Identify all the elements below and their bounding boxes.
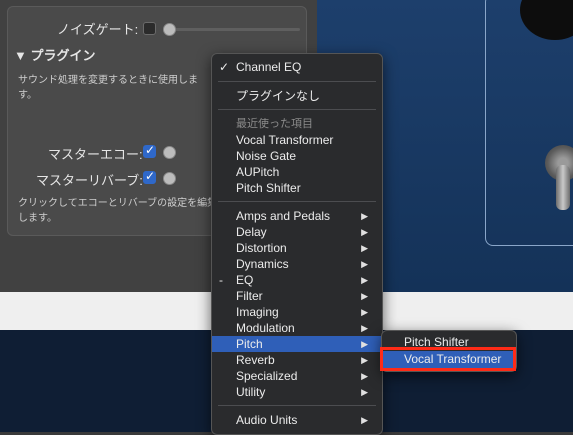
chevron-right-icon: ▶ [361,307,368,317]
menu-item-category-selected[interactable]: Pitch ▶ [212,336,382,352]
chevron-right-icon: ▶ [361,339,368,349]
menu-item-category[interactable]: Delay ▶ [212,224,382,240]
menu-header-recent: 最近使った項目 [236,118,313,130]
noise-gate-checkbox[interactable] [143,22,156,35]
amp-toggle-switch[interactable] [556,165,570,210]
menu-item-category[interactable]: Filter ▶ [212,288,382,304]
menu-separator [218,109,376,110]
menu-item-audio-units[interactable]: Audio Units ▶ [212,412,382,428]
chevron-right-icon: ▶ [361,275,368,285]
menu-item-category[interactable]: Distortion ▶ [212,240,382,256]
menu-item-category[interactable]: Dynamics ▶ [212,256,382,272]
menu-separator [218,201,376,202]
plugins-section-title[interactable]: ▼ プラグイン [14,45,95,64]
plugin-menu: ✓ Channel EQ プラグインなし 最近使った項目 Vocal Trans… [211,53,383,435]
chevron-right-icon: ▶ [361,355,368,365]
plugins-description: サウンド処理を変更するときに使用します。 [18,75,198,101]
chevron-right-icon: ▶ [361,415,368,425]
menu-item-recent[interactable]: AUPitch [212,164,382,180]
menu-item-channel-eq[interactable]: ✓ Channel EQ [212,59,382,75]
master-reverb-checkbox[interactable] [143,169,156,184]
chevron-right-icon: ▶ [361,227,368,237]
menu-item-no-plugin[interactable]: プラグインなし [212,88,382,104]
chevron-right-icon: ▶ [361,211,368,221]
menu-item-category[interactable]: - EQ ▶ [212,272,382,288]
menu-item-category[interactable]: Specialized ▶ [212,368,382,384]
master-echo-slider-knob[interactable] [163,146,176,159]
master-reverb-label: マスターリバーブ: [36,173,143,188]
noise-gate-slider-knob[interactable] [163,23,176,36]
chevron-right-icon: ▶ [361,291,368,301]
menu-separator [218,405,376,406]
menu-item-recent[interactable]: Noise Gate [212,148,382,164]
chevron-right-icon: ▶ [361,259,368,269]
highlight-annotation-box [380,347,516,371]
chevron-right-icon: ▶ [361,243,368,253]
noise-gate-slider-track[interactable] [170,28,300,31]
menu-item-category[interactable]: Utility ▶ [212,384,382,400]
chevron-right-icon: ▶ [361,323,368,333]
dash-mark-icon: - [219,273,223,287]
master-reverb-slider-knob[interactable] [163,172,176,185]
menu-item-category[interactable]: Amps and Pedals ▶ [212,208,382,224]
chevron-right-icon: ▶ [361,371,368,381]
help-text: クリックしてエコーとリバーブの設定を編集します。 [18,198,218,224]
menu-item-recent[interactable]: Vocal Transformer [212,132,382,148]
master-echo-checkbox[interactable] [143,143,156,158]
checkmark-icon: ✓ [219,60,230,74]
menu-item-category[interactable]: Modulation ▶ [212,320,382,336]
menu-item-recent[interactable]: Pitch Shifter [212,180,382,196]
noise-gate-label: ノイズゲート: [57,22,139,37]
chevron-right-icon: ▶ [361,387,368,397]
master-echo-label: マスターエコー: [48,147,143,162]
menu-separator [218,81,376,82]
menu-item-category[interactable]: Reverb ▶ [212,352,382,368]
menu-item-category[interactable]: Imaging ▶ [212,304,382,320]
